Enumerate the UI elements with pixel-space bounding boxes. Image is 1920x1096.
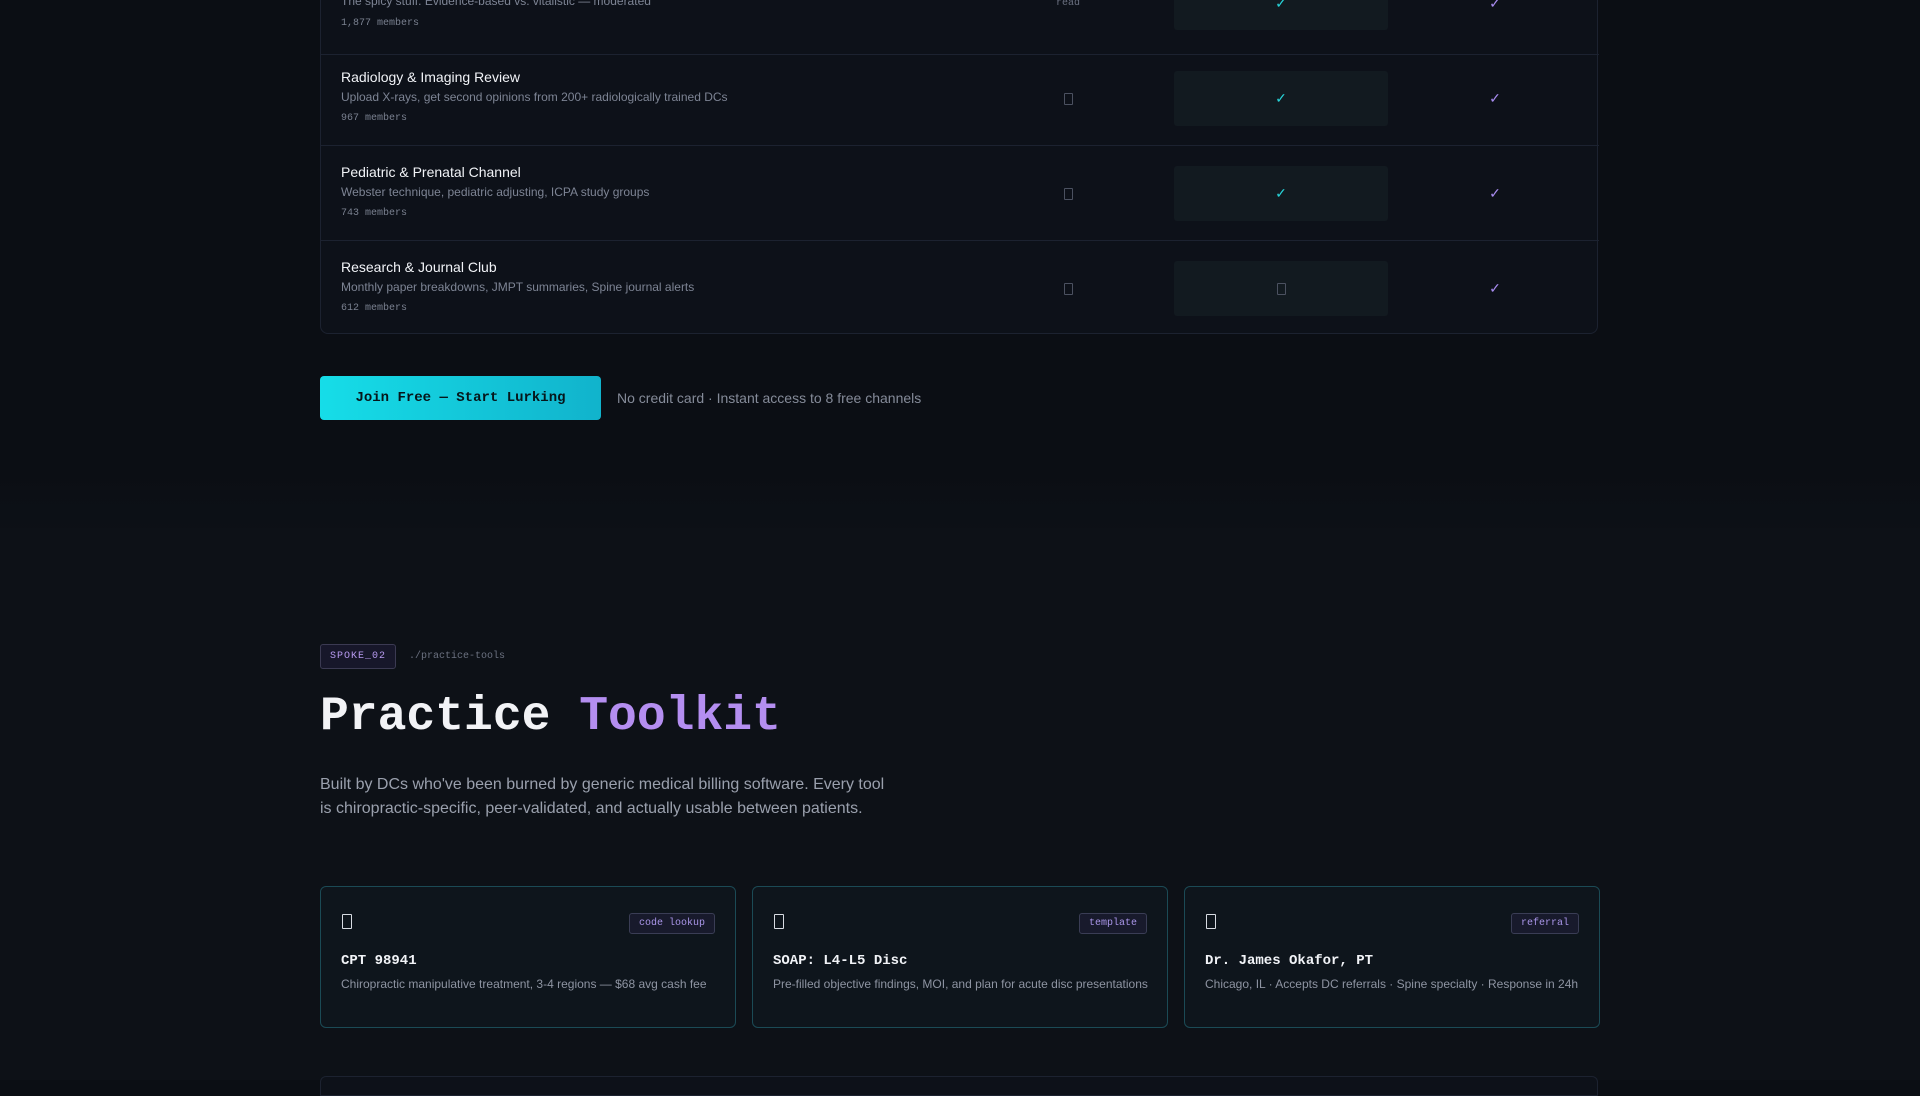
channel-members: 1,877 members (341, 18, 420, 29)
free-tier-cell (961, 241, 1175, 336)
channel-members: 967 members (341, 113, 408, 124)
elite-tier-cell: ✓ (1388, 51, 1602, 146)
elite-tier-cell: ✓ (1388, 0, 1602, 46)
locked-box-icon (1063, 187, 1073, 200)
check-icon: ✓ (1489, 90, 1501, 106)
section-path: ./practice-tools (409, 651, 506, 662)
locked-box-icon (1063, 282, 1073, 295)
join-free-button[interactable]: Join Free — Start Lurking (320, 376, 601, 420)
tool-description: Chiropractic manipulative treatment, 3-4… (341, 977, 707, 991)
tool-description: Pre-filled objective findings, MOI, and … (773, 977, 1148, 991)
channel-name: Radiology & Imaging Review (341, 69, 520, 85)
check-icon: ✓ (1489, 280, 1501, 296)
free-tier-cell: read (961, 0, 1175, 46)
cta-note: No credit card · Instant access to 8 fre… (617, 390, 922, 406)
channel-name: Research & Journal Club (341, 259, 497, 275)
section-badge: SPOKE_02 (320, 644, 396, 669)
tool-title: SOAP: L4-L5 Disc (773, 953, 908, 969)
pro-tier-cell: ✓ (1174, 146, 1388, 241)
channel-description: Monthly paper breakdowns, JMPT summaries… (341, 280, 695, 294)
free-tier-cell (961, 51, 1175, 146)
check-icon: ✓ (1275, 90, 1287, 106)
channel-description: Upload X-rays, get second opinions from … (341, 90, 728, 104)
locked-box-icon (1276, 282, 1286, 295)
check-icon: ✓ (1275, 0, 1287, 11)
table-row: Research & Journal Club Monthly paper br… (321, 241, 1599, 336)
check-icon: ✓ (1489, 0, 1501, 11)
channel-members: 612 members (341, 303, 408, 314)
table-row: Pediatric & Prenatal Channel Webster tec… (321, 146, 1599, 241)
tool-title: Dr. James Okafor, PT (1205, 953, 1374, 969)
document-icon (1206, 914, 1216, 929)
channel-description: Webster technique, pediatric adjusting, … (341, 185, 650, 199)
page-title: Practice Toolkit (320, 690, 781, 744)
read-only-label: read (1055, 0, 1080, 9)
free-tier-cell (961, 146, 1175, 241)
next-card-edge (320, 1076, 1598, 1096)
tool-card-soap[interactable]: template SOAP: L4-L5 Disc Pre-filled obj… (752, 886, 1168, 1028)
elite-tier-cell: ✓ (1388, 146, 1602, 241)
pro-tier-cell (1174, 241, 1388, 336)
section-intro: Built by DCs who've been burned by gener… (320, 776, 885, 817)
table-row: Radiology & Imaging Review Upload X-rays… (321, 51, 1599, 146)
tool-card-referral[interactable]: referral Dr. James Okafor, PT Chicago, I… (1184, 886, 1600, 1028)
document-icon (342, 914, 352, 929)
check-icon: ✓ (1275, 185, 1287, 201)
pro-tier-cell: ✓ (1174, 0, 1388, 46)
tool-title: CPT 98941 (341, 953, 417, 969)
check-icon: ✓ (1489, 185, 1501, 201)
pro-tier-cell: ✓ (1174, 51, 1388, 146)
channels-table: The spicy stuff. Evidence-based vs. vita… (320, 0, 1599, 336)
locked-box-icon (1063, 92, 1073, 105)
document-icon (774, 914, 784, 929)
channel-name: Pediatric & Prenatal Channel (341, 164, 521, 180)
tool-card-cpt[interactable]: code lookup CPT 98941 Chiropractic manip… (320, 886, 736, 1028)
tool-tag: code lookup (628, 913, 715, 934)
title-main: Practice (320, 690, 580, 744)
tool-description: Chicago, IL · Accepts DC referrals · Spi… (1205, 977, 1579, 991)
elite-tier-cell: ✓ (1388, 241, 1602, 336)
table-row: The spicy stuff. Evidence-based vs. vita… (321, 0, 1599, 55)
title-accent: Toolkit (579, 690, 781, 744)
tool-tag: template (1078, 913, 1147, 934)
channel-description: The spicy stuff. Evidence-based vs. vita… (341, 0, 651, 8)
tool-tag: referral (1510, 913, 1579, 934)
channel-members: 743 members (341, 208, 408, 219)
